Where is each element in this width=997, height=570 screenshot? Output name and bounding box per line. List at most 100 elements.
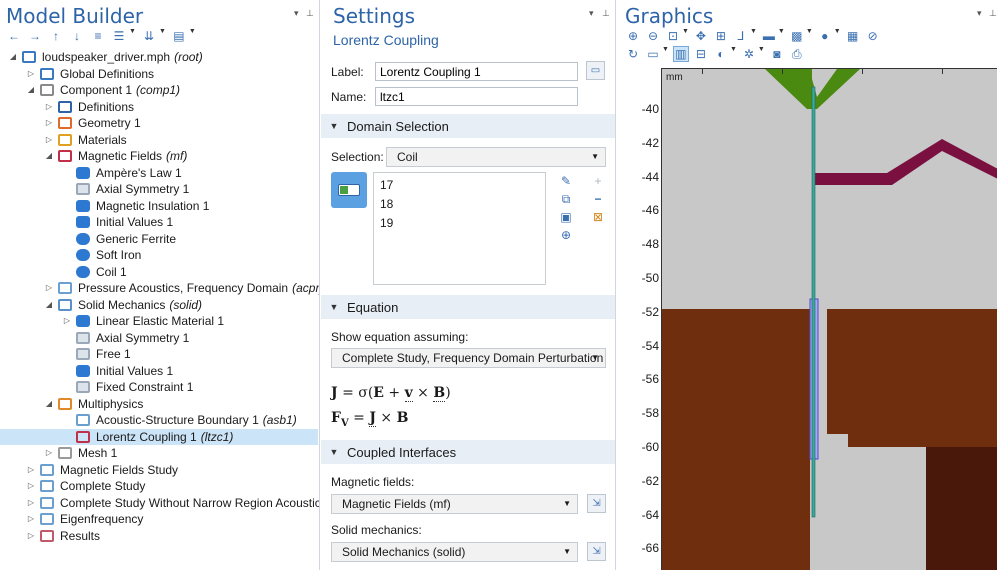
add-icon[interactable]: +	[591, 174, 605, 188]
equation-section[interactable]: ▼ Equation	[321, 295, 615, 319]
pane-menu-icon[interactable]: ▾	[977, 8, 982, 19]
tree-node[interactable]: ▷ Linear Elastic Material 1	[0, 313, 318, 330]
color-dropdown-icon[interactable]: ▼	[730, 46, 737, 62]
wireframe-icon[interactable]: ⊟	[693, 46, 709, 62]
tree-node[interactable]: Initial Values 1	[0, 214, 318, 231]
collapse-arrow-icon[interactable]: ◢	[44, 297, 54, 314]
expand-arrow-icon[interactable]: ▷	[26, 462, 36, 479]
tree-node[interactable]: ◢ loudspeaker_driver.mph (root)	[0, 49, 318, 66]
collapse-arrow-icon[interactable]: ◢	[44, 148, 54, 165]
collapse-all-icon[interactable]: ≡	[90, 28, 106, 44]
expand-arrow-icon[interactable]: ▷	[44, 132, 54, 149]
clear-selection-icon[interactable]: ⊘	[865, 28, 881, 44]
tree-node[interactable]: ▷ Geometry 1	[0, 115, 318, 132]
tree-node[interactable]: ▷ Materials	[0, 132, 318, 149]
tree-node[interactable]: Ampère's Law 1	[0, 165, 318, 182]
list-item[interactable]: 18	[374, 195, 545, 214]
tree-node[interactable]: ◢ Magnetic Fields (mf)	[0, 148, 318, 165]
transparency-icon[interactable]: ▥	[672, 46, 689, 62]
zoom-out-icon[interactable]: ⊖	[645, 28, 661, 44]
tree-node[interactable]: Axial Symmetry 1	[0, 181, 318, 198]
study-dropdown[interactable]: Complete Study, Frequency Domain Perturb…	[331, 348, 606, 368]
expand-arrow-icon[interactable]: ▷	[26, 66, 36, 83]
axis-icon[interactable]: ⅃	[733, 28, 749, 44]
sort-dropdown-icon[interactable]: ▼	[159, 28, 166, 44]
selection-dropdown[interactable]: Coil ▼	[386, 147, 606, 167]
list-item[interactable]: 17	[374, 176, 545, 195]
graphics-canvas[interactable]: mm	[661, 68, 997, 570]
tree-node[interactable]: Magnetic Insulation 1	[0, 198, 318, 215]
zoom-in-icon[interactable]: ⊕	[625, 28, 641, 44]
zoom-selection-icon[interactable]: ⊠	[591, 210, 605, 224]
scene-light-icon[interactable]: ●	[817, 28, 833, 44]
pan-icon[interactable]: ✥	[693, 28, 709, 44]
back-arrow-icon[interactable]: ←	[6, 28, 22, 44]
tree-node[interactable]: ▷ Results	[0, 528, 318, 545]
label-input[interactable]	[375, 62, 578, 81]
render-dropdown-icon[interactable]: ▼	[806, 28, 813, 44]
active-toggle-button[interactable]	[331, 172, 367, 208]
tree-node[interactable]: ◢ Solid Mechanics (solid)	[0, 297, 318, 314]
camera-icon[interactable]: ◙	[769, 46, 785, 62]
collapse-arrow-icon[interactable]: ◢	[8, 49, 18, 66]
pane-menu-icon[interactable]: ▾	[589, 8, 594, 19]
solid-mechanics-dropdown[interactable]: Solid Mechanics (solid) ▼	[331, 542, 578, 562]
zoom-box-icon[interactable]: ⊡	[665, 28, 681, 44]
settings-dropdown-icon[interactable]: ▼	[758, 46, 765, 62]
color-icon[interactable]: ◐	[713, 46, 729, 62]
tree-node[interactable]: Axial Symmetry 1	[0, 330, 318, 347]
name-input[interactable]	[375, 87, 578, 106]
expand-arrow-icon[interactable]: ▷	[26, 528, 36, 545]
tree-node[interactable]: ▷ Mesh 1	[0, 445, 318, 462]
tree-node[interactable]: ▷ Global Definitions	[0, 66, 318, 83]
label-edit-button[interactable]: ▭	[586, 61, 605, 80]
selection-mode-icon[interactable]: ▬	[761, 28, 777, 44]
select-box-icon[interactable]: ▭	[645, 46, 661, 62]
tree-node[interactable]: ▷ Magnetic Fields Study	[0, 462, 318, 479]
render-icon[interactable]: ▩	[789, 28, 805, 44]
pane-menu-icon[interactable]: ▾	[294, 8, 299, 19]
pin-icon[interactable]: ⊥	[306, 8, 314, 19]
expand-arrow-icon[interactable]: ▷	[44, 445, 54, 462]
remove-icon[interactable]: −	[591, 192, 605, 206]
tree-node[interactable]: ▷ Eigenfrequency	[0, 511, 318, 528]
up-arrow-icon[interactable]: ↑	[48, 28, 64, 44]
go-to-source-button[interactable]: ⇲	[587, 542, 606, 561]
tree-node[interactable]: Free 1	[0, 346, 318, 363]
tree-node[interactable]: ▷ Pressure Acoustics, Frequency Domain (ac…	[0, 280, 319, 297]
show-icon[interactable]: ☰	[111, 28, 127, 44]
settings-gear-icon[interactable]: ✲	[741, 46, 757, 62]
tree-node[interactable]: Soft Iron	[0, 247, 318, 264]
tree-node[interactable]: ▷ Complete Study Without Narrow Region Ac…	[0, 495, 319, 512]
copy-icon[interactable]: ⧉	[559, 192, 573, 206]
tree-node[interactable]: Fixed Constraint 1	[0, 379, 318, 396]
sort-icon[interactable]: ⇊	[141, 28, 157, 44]
tree-node[interactable]: ◢ Component 1 (comp1)	[0, 82, 318, 99]
zoom-extents-icon[interactable]: ⊞	[713, 28, 729, 44]
list-view-dropdown-icon[interactable]: ▼	[189, 28, 196, 44]
expand-arrow-icon[interactable]: ▷	[26, 495, 36, 512]
crosshair-icon[interactable]: ⊕	[559, 228, 573, 242]
zoom-dropdown-icon[interactable]: ▼	[682, 28, 689, 44]
paste-icon[interactable]: ▣	[559, 210, 573, 224]
paint-icon[interactable]: ✎	[559, 174, 573, 188]
tree-node[interactable]: ▷ Complete Study	[0, 478, 318, 495]
selection-mode-dropdown-icon[interactable]: ▼	[778, 28, 785, 44]
expand-arrow-icon[interactable]: ▷	[44, 99, 54, 116]
select-box-dropdown-icon[interactable]: ▼	[662, 46, 669, 62]
expand-arrow-icon[interactable]: ▷	[44, 115, 54, 132]
expand-arrow-icon[interactable]: ▷	[26, 511, 36, 528]
collapse-arrow-icon[interactable]: ◢	[26, 82, 36, 99]
domain-list[interactable]: 17 18 19	[373, 172, 546, 285]
tree-node[interactable]: Coil 1	[0, 264, 318, 281]
go-to-source-button[interactable]: ⇲	[587, 494, 606, 513]
expand-arrow-icon[interactable]: ▷	[26, 478, 36, 495]
show-dropdown-icon[interactable]: ▼	[129, 28, 136, 44]
pin-icon[interactable]: ⊥	[989, 8, 997, 19]
scene-light-dropdown-icon[interactable]: ▼	[834, 28, 841, 44]
tree-node[interactable]: Acoustic-Structure Boundary 1 (asb1)	[0, 412, 318, 429]
expand-arrow-icon[interactable]: ▷	[44, 280, 54, 297]
list-view-icon[interactable]: ▤	[171, 28, 187, 44]
magnetic-fields-dropdown[interactable]: Magnetic Fields (mf) ▼	[331, 494, 578, 514]
rotate-icon[interactable]: ↻	[625, 46, 641, 62]
